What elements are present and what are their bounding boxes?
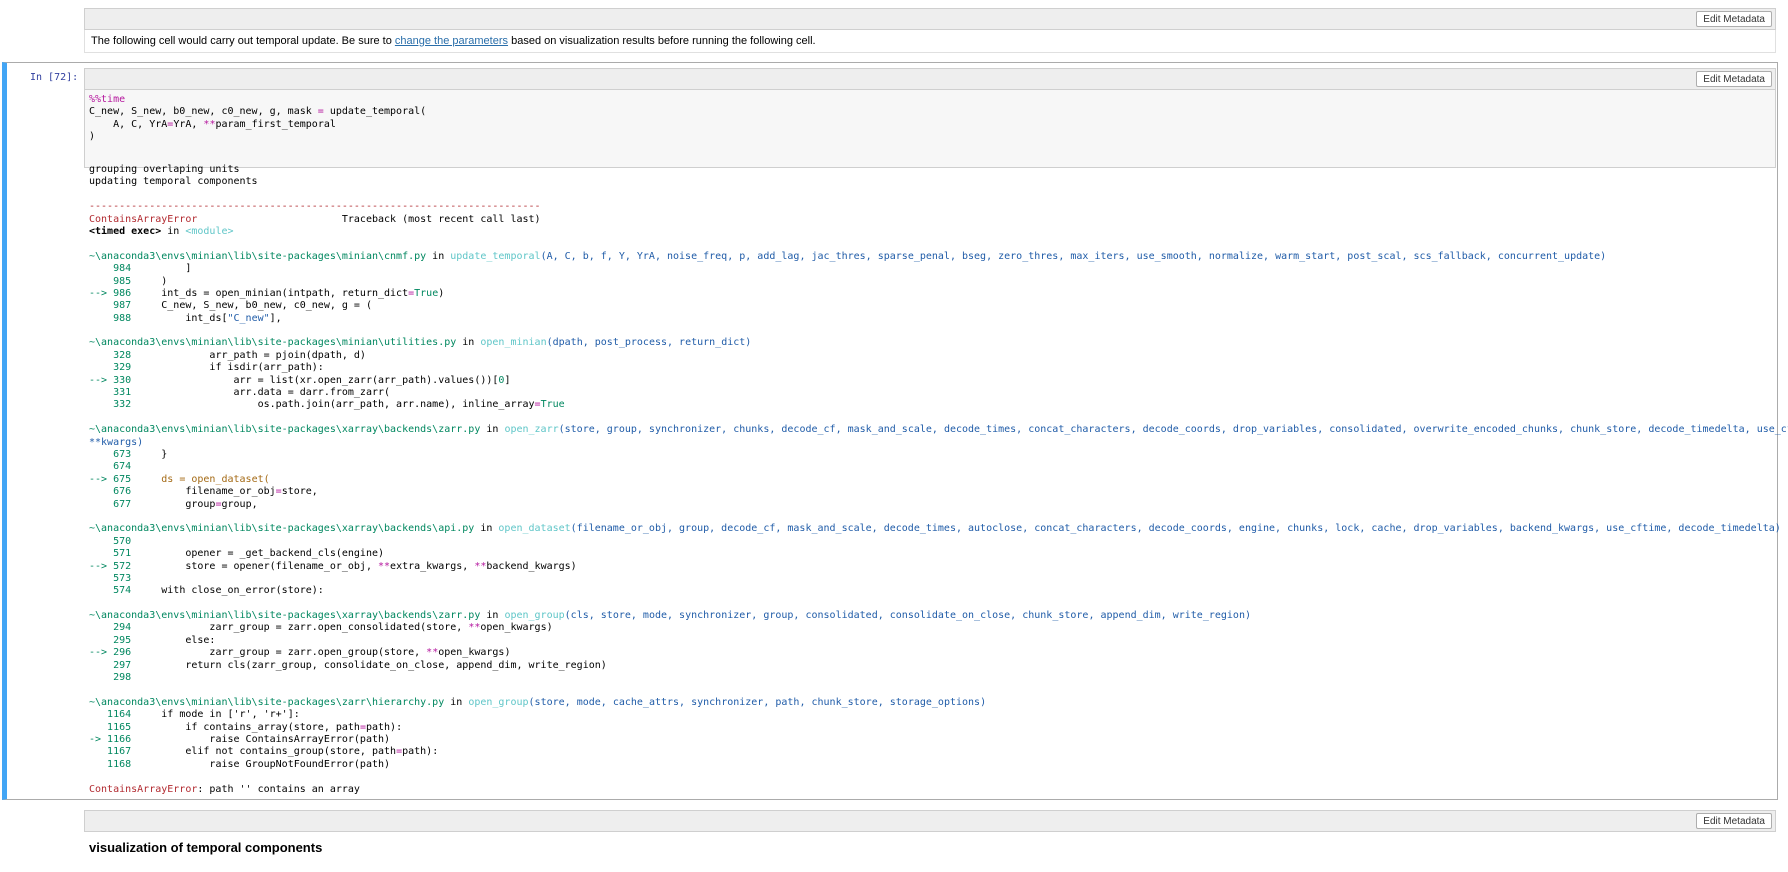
output-line: 331 arr.data = darr.from_zarr(: [89, 387, 391, 399]
markdown-cell-bottom: Edit Metadata visualization of temporal …: [84, 810, 1776, 857]
output-line: 297 return cls(zarr_group, consolidate_o…: [89, 659, 607, 671]
output-line: 574 with close_on_error(store):: [89, 585, 324, 597]
change-parameters-link[interactable]: change the parameters: [395, 35, 508, 47]
output-line: 294 zarr_group = zarr.open_consolidated(…: [89, 622, 553, 634]
output-line: ~\anaconda3\envs\minian\lib\site-package…: [89, 696, 987, 708]
output-line: 674: [89, 461, 132, 473]
code-input-area[interactable]: Edit Metadata %%time C_new, S_new, b0_new…: [84, 68, 1776, 168]
cell-toolbar: Edit Metadata: [84, 68, 1776, 90]
output-line: 332 os.path.join(arr_path, arr.name), in…: [89, 399, 565, 411]
output-line: ~\anaconda3\envs\minian\lib\site-package…: [89, 424, 1788, 436]
output-line: ~\anaconda3\envs\minian\lib\site-package…: [89, 250, 1607, 262]
output-line: ~\anaconda3\envs\minian\lib\site-package…: [89, 337, 752, 349]
output-line: --> 296 zarr_group = zarr.open_group(sto…: [89, 647, 511, 659]
output-line: 298: [89, 672, 132, 684]
code-line: %%time: [89, 94, 126, 105]
output-line: 677 group=group,: [89, 498, 258, 510]
cell-toolbar: Edit Metadata: [84, 8, 1776, 30]
output-line: --> 986 int_ds = open_minian(intpath, re…: [89, 287, 445, 299]
code-line: A, C, YrA=YrA, **param_first_temporal: [89, 118, 336, 130]
text-before-link: The following cell would carry out tempo…: [91, 35, 395, 47]
output-line: 985 ): [89, 275, 168, 287]
output-line: ----------------------------------------…: [89, 201, 541, 213]
output-line: 295 else:: [89, 634, 216, 646]
text-after-link: based on visualization results before ru…: [508, 35, 816, 47]
output-line: ~\anaconda3\envs\minian\lib\site-package…: [89, 610, 1251, 622]
output-line: 1168 raise GroupNotFoundError(path): [89, 758, 391, 770]
code-line: C_new, S_new, b0_new, c0_new, g, mask = …: [89, 106, 427, 118]
output-line: 329 if isdir(arr_path):: [89, 362, 324, 374]
code-editor[interactable]: %%time C_new, S_new, b0_new, c0_new, g, m…: [84, 90, 1776, 168]
output-line: ~\anaconda3\envs\minian\lib\site-package…: [89, 523, 1781, 535]
cell-output: grouping overlaping units updating tempor…: [89, 164, 1788, 796]
output-line: 571 opener = _get_backend_cls(engine): [89, 548, 385, 560]
output-line: **kwargs): [89, 436, 144, 448]
output-line: grouping overlaping units: [89, 164, 240, 175]
input-prompt: In [72]:: [30, 72, 79, 83]
output-line: -> 1166 raise ContainsArrayError(path): [89, 733, 391, 745]
output-line: ContainsArrayError: path '' contains an …: [89, 783, 360, 795]
output-line: --> 572 store = opener(filename_or_obj, …: [89, 560, 577, 572]
output-line: ContainsArrayError Traceback (most recen…: [89, 213, 541, 225]
output-line: 1165 if contains_array(store, path=path)…: [89, 721, 403, 733]
code-text[interactable]: %%time C_new, S_new, b0_new, c0_new, g, m…: [89, 94, 1771, 144]
output-line: --> 675 ds = open_dataset(: [89, 473, 270, 485]
output-line: <timed exec> in <module>: [89, 225, 234, 237]
edit-metadata-button[interactable]: Edit Metadata: [1696, 11, 1772, 27]
section-heading: visualization of temporal components: [89, 840, 323, 855]
markdown-text: The following cell would carry out tempo…: [84, 30, 1776, 53]
output-line: 573: [89, 572, 132, 584]
output-line: 988 int_ds["C_new"],: [89, 312, 282, 324]
output-line: --> 330 arr = list(xr.open_zarr(arr_path…: [89, 374, 511, 386]
output-line: updating temporal components: [89, 176, 258, 188]
output-line: 673 }: [89, 448, 168, 460]
edit-metadata-button[interactable]: Edit Metadata: [1696, 813, 1772, 829]
output-line: 1167 elif not contains_group(store, path…: [89, 746, 439, 758]
output-line: 676 filename_or_obj=store,: [89, 486, 318, 498]
output-line: 984 ]: [89, 263, 192, 275]
output-line: 987 C_new, S_new, b0_new, c0_new, g = (: [89, 300, 372, 312]
edit-metadata-button[interactable]: Edit Metadata: [1696, 71, 1772, 87]
output-line: 328 arr_path = pjoin(dpath, d): [89, 349, 366, 361]
output-line: 1164 if mode in ['r', 'r+']:: [89, 709, 300, 721]
output-line: 570: [89, 535, 132, 547]
code-line: ): [89, 131, 96, 143]
markdown-cell-top: Edit Metadata The following cell would c…: [84, 8, 1776, 53]
cell-toolbar: Edit Metadata: [84, 810, 1776, 832]
